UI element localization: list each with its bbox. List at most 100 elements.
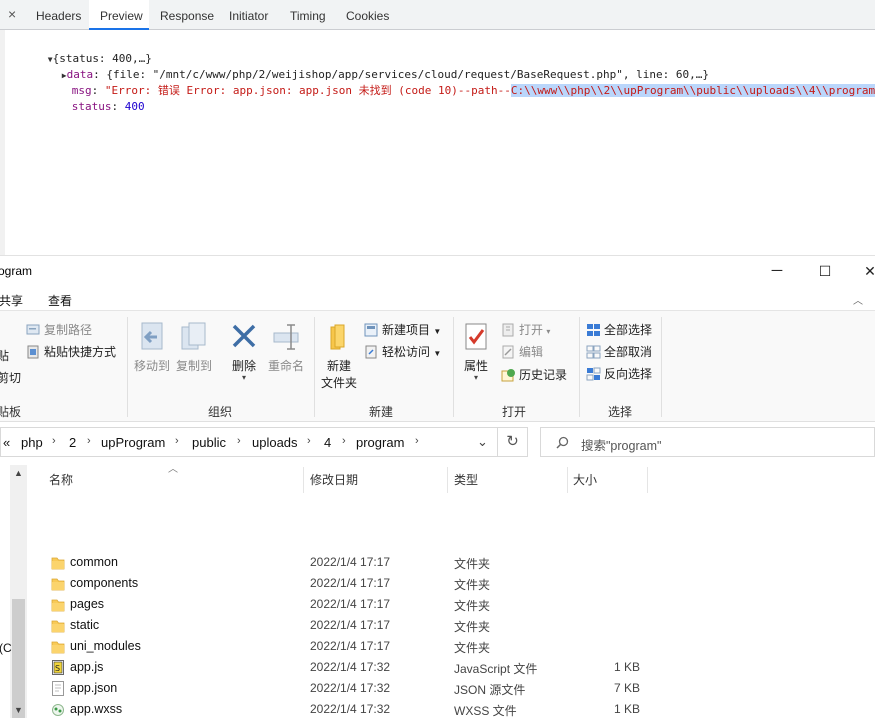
- column-header-date[interactable]: 修改日期: [310, 471, 358, 488]
- file-name: components: [70, 576, 139, 590]
- copy-to-button[interactable]: 复制到: [175, 321, 213, 375]
- properties-icon: [465, 323, 487, 350]
- breadcrumb-chevron-icon[interactable]: ›: [175, 435, 179, 447]
- ribbon-collapse-icon[interactable]: ︿: [853, 292, 863, 307]
- file-row[interactable]: app.json 2022/1/4 17:32 JSON 源文件 7 KB: [40, 678, 660, 699]
- file-modified-date: 2022/1/4 17:17: [310, 576, 391, 590]
- ribbon-divider: [579, 317, 580, 417]
- breadcrumb-chevron-icon[interactable]: ›: [415, 435, 419, 447]
- breadcrumb-chevron-icon[interactable]: ›: [307, 435, 311, 447]
- scroll-down-icon[interactable]: ▼: [14, 705, 23, 715]
- breadcrumb-item[interactable]: 2: [69, 435, 76, 450]
- new-item-button[interactable]: 新建项目 ▼: [364, 321, 441, 338]
- file-row[interactable]: uni_modules 2022/1/4 17:17 文件夹: [40, 636, 660, 657]
- column-header-size[interactable]: 大小: [573, 471, 597, 488]
- file-type: JSON 源文件: [454, 683, 526, 697]
- file-row[interactable]: app.wxss 2022/1/4 17:32 WXSS 文件 1 KB: [40, 699, 660, 718]
- column-divider[interactable]: [567, 467, 568, 493]
- wxss-file-icon: [52, 704, 64, 716]
- column-divider[interactable]: [303, 467, 304, 493]
- address-dropdown-icon[interactable]: ⌄: [477, 434, 488, 450]
- breadcrumb-chevron-icon[interactable]: ›: [52, 435, 56, 447]
- tab-initiator[interactable]: Initiator: [229, 9, 268, 23]
- refresh-icon[interactable]: ↻: [498, 427, 528, 457]
- file-modified-date: 2022/1/4 17:32: [310, 702, 391, 716]
- column-header-type[interactable]: 类型: [454, 471, 478, 488]
- ribbon-tab-share[interactable]: 共享: [0, 292, 23, 309]
- close-window-icon[interactable]: ✕: [858, 260, 875, 282]
- history-button[interactable]: 历史记录: [501, 366, 567, 383]
- file-list: 名称 ︿ 修改日期 类型 大小 common 2022/1/4 17:17 文件夹 c…: [30, 457, 875, 718]
- file-name: uni_modules: [70, 639, 141, 653]
- breadcrumb-overflow[interactable]: «: [3, 435, 10, 450]
- breadcrumb-item-current[interactable]: program: [356, 435, 404, 450]
- search-placeholder: 搜索"program": [581, 439, 662, 453]
- new-folder-button[interactable]: 新建 文件夹: [318, 321, 360, 392]
- file-row[interactable]: common 2022/1/4 17:17 文件夹: [40, 552, 660, 573]
- close-icon[interactable]: ×: [8, 6, 16, 22]
- breadcrumb-item[interactable]: upProgram: [101, 435, 165, 450]
- file-row[interactable]: pages 2022/1/4 17:17 文件夹: [40, 594, 660, 615]
- tab-preview[interactable]: Preview: [100, 9, 143, 23]
- devtools-panel: × Headers Preview Response Initiator Tim…: [0, 0, 875, 255]
- breadcrumb-chevron-icon[interactable]: ›: [237, 435, 241, 447]
- nav-scrollbar-thumb[interactable]: [12, 599, 25, 718]
- breadcrumb-item[interactable]: uploads: [252, 435, 298, 450]
- tab-headers[interactable]: Headers: [36, 9, 81, 23]
- column-header-name[interactable]: 名称: [49, 471, 73, 488]
- search-icon: [556, 436, 569, 449]
- file-type: 文件夹: [454, 641, 491, 655]
- file-row[interactable]: static 2022/1/4 17:17 文件夹: [40, 615, 660, 636]
- chevron-down-icon: ▾: [241, 373, 246, 382]
- new-group-label: 新建: [369, 405, 394, 419]
- breadcrumb-item[interactable]: php: [21, 435, 43, 450]
- select-none-button[interactable]: 全部取消: [586, 343, 652, 360]
- address-row: « php › 2 › upProgram › public › uploads…: [0, 427, 875, 457]
- file-modified-date: 2022/1/4 17:17: [310, 597, 391, 611]
- maximize-icon[interactable]: ☐: [813, 260, 837, 282]
- rename-button[interactable]: 重命名: [266, 321, 306, 375]
- devtools-scrollbar[interactable]: [0, 30, 5, 255]
- file-row[interactable]: components 2022/1/4 17:17 文件夹: [40, 573, 660, 594]
- rename-icon: [273, 324, 299, 350]
- easy-access-button[interactable]: 轻松访问 ▼: [364, 343, 441, 360]
- folder-icon: [51, 599, 65, 612]
- search-input[interactable]: 搜索"program": [540, 427, 875, 457]
- svg-text:S: S: [55, 664, 60, 673]
- nav-item-drive[interactable]: (C: [0, 641, 12, 655]
- open-button[interactable]: 打开 ▾: [501, 321, 550, 338]
- breadcrumb-item[interactable]: 4: [324, 435, 331, 450]
- paste-button[interactable]: 贴: [0, 347, 9, 364]
- breadcrumb-chevron-icon[interactable]: ›: [87, 435, 91, 447]
- column-divider[interactable]: [647, 467, 648, 493]
- breadcrumb-item[interactable]: public: [192, 435, 226, 450]
- delete-x-icon: [232, 324, 256, 348]
- delete-button[interactable]: 删除 ▾: [228, 321, 260, 382]
- address-bar[interactable]: « php › 2 › upProgram › public › uploads…: [0, 427, 498, 457]
- ribbon-tab-view[interactable]: 查看: [48, 292, 72, 309]
- properties-button[interactable]: 属性 ▾: [457, 321, 495, 382]
- new-folder-icon: [330, 324, 345, 350]
- edit-button[interactable]: 编辑: [501, 343, 543, 360]
- tab-response[interactable]: Response: [160, 9, 214, 23]
- navigation-pane: ▲ (C ▼: [0, 465, 30, 718]
- breadcrumb-chevron-icon[interactable]: ›: [342, 435, 346, 447]
- ribbon-tab-bar: 共享 查看 ︿: [0, 286, 875, 310]
- open-group-label: 打开: [502, 405, 527, 419]
- tab-timing[interactable]: Timing: [290, 9, 326, 23]
- scroll-up-icon[interactable]: ▲: [14, 468, 23, 478]
- cut-button[interactable]: 剪切: [0, 369, 21, 386]
- move-to-button[interactable]: 移动到: [133, 321, 171, 375]
- organize-group-label: 组织: [208, 405, 233, 419]
- invert-selection-button[interactable]: 反向选择: [586, 365, 652, 382]
- select-all-button[interactable]: 全部选择: [586, 321, 652, 338]
- file-row[interactable]: Sapp.js 2022/1/4 17:32 JavaScript 文件 1 KB: [40, 657, 660, 678]
- json-msg-line: msg: "Error: 错误 Error: app.json: app.jso…: [32, 66, 875, 116]
- paste-shortcut-button[interactable]: 粘贴快捷方式: [26, 343, 116, 360]
- tab-cookies[interactable]: Cookies: [346, 9, 389, 23]
- selected-text[interactable]: C:\\www\\php\\2\\upProgram\\public\\uplo…: [510, 83, 875, 97]
- column-divider[interactable]: [447, 467, 448, 493]
- minimize-icon[interactable]: ─: [765, 260, 789, 282]
- file-modified-date: 2022/1/4 17:17: [310, 555, 391, 569]
- copy-path-button[interactable]: 复制路径: [26, 321, 92, 338]
